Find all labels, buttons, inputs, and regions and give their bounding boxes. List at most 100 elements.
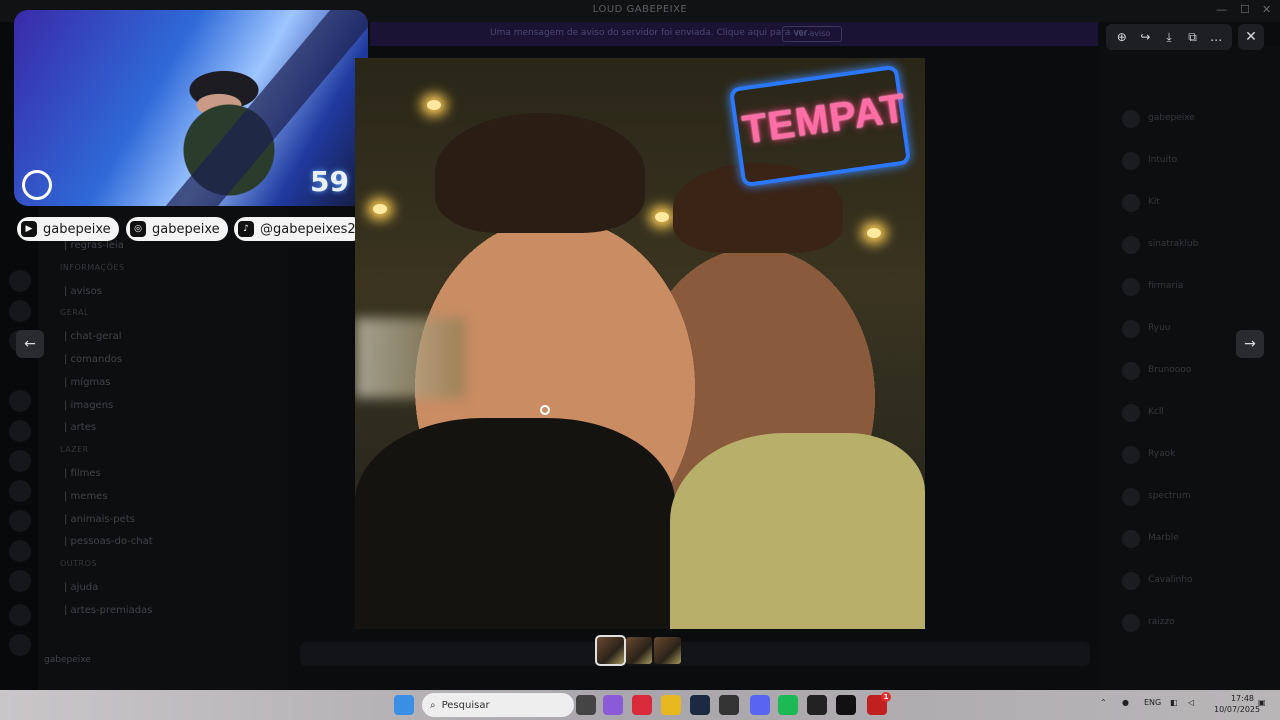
mm-app-icon[interactable]: [836, 695, 856, 715]
thumbnail[interactable]: [654, 637, 682, 664]
spotify-icon[interactable]: [778, 695, 798, 715]
channel-item[interactable]: | filmes: [64, 468, 101, 479]
minimize-button[interactable]: —: [1216, 3, 1227, 16]
member-avatar[interactable]: [1122, 446, 1140, 464]
notifications-icon[interactable]: ▣: [1258, 698, 1266, 707]
member-avatar[interactable]: [1122, 572, 1140, 590]
channel-category[interactable]: GERAL: [60, 308, 89, 317]
server-icon[interactable]: [9, 390, 31, 412]
member-avatar[interactable]: [1122, 110, 1140, 128]
member-avatar[interactable]: [1122, 320, 1140, 338]
social-youtube: ▶ gabepeixe: [17, 217, 119, 241]
member-name[interactable]: Intuito: [1148, 155, 1177, 165]
previous-image-button[interactable]: ←: [16, 330, 44, 358]
download-icon[interactable]: ⤓: [1160, 30, 1178, 45]
thumbnail[interactable]: [595, 635, 626, 666]
forward-icon[interactable]: ↪: [1136, 30, 1154, 44]
copilot-icon[interactable]: [603, 695, 623, 715]
discord-icon[interactable]: [750, 695, 770, 715]
member-name[interactable]: sinatraklub: [1148, 239, 1198, 249]
explore-icon[interactable]: [9, 634, 31, 656]
channel-category[interactable]: LAZER: [60, 445, 89, 454]
microphone-icon[interactable]: ●: [1122, 698, 1129, 707]
server-icon[interactable]: [9, 300, 31, 322]
member-name[interactable]: raizzo: [1148, 617, 1175, 627]
server-icon[interactable]: [9, 480, 31, 502]
channel-item[interactable]: | animais-pets: [64, 514, 135, 525]
member-name[interactable]: Marble: [1148, 533, 1179, 543]
channel-item[interactable]: | chat-geral: [64, 331, 122, 342]
server-icon[interactable]: [9, 420, 31, 442]
channel-item[interactable]: | ajuda: [64, 582, 98, 593]
viewer-image[interactable]: TEMPAT: [355, 58, 925, 629]
taskbar-search[interactable]: ⌕ Pesquisar: [422, 693, 574, 717]
member-name[interactable]: Cavalinho: [1148, 575, 1193, 585]
obs-icon[interactable]: [807, 695, 827, 715]
notification-app-icon[interactable]: 1: [867, 692, 891, 715]
next-image-button[interactable]: →: [1236, 330, 1264, 358]
channel-category[interactable]: OUTROS: [60, 559, 97, 568]
channel-category[interactable]: INFORMAÇÕES: [60, 263, 125, 272]
member-avatar[interactable]: [1122, 236, 1140, 254]
webcam-counter: 59: [310, 165, 349, 198]
member-name[interactable]: Kcll: [1148, 407, 1164, 417]
tiktok-icon: ♪: [238, 221, 254, 237]
channel-item[interactable]: | memes: [64, 491, 108, 502]
server-icon[interactable]: [9, 540, 31, 562]
windows-start-icon[interactable]: [394, 695, 414, 715]
member-name[interactable]: firmaria: [1148, 281, 1183, 291]
server-icon[interactable]: [9, 270, 31, 292]
system-clock[interactable]: 17:48 10/07/2025: [1214, 693, 1260, 715]
member-name[interactable]: gabepeixe: [1148, 113, 1195, 123]
neon-sign: TEMPAT: [728, 64, 912, 188]
member-name[interactable]: Ryuu: [1148, 323, 1171, 333]
open-in-browser-icon[interactable]: ⧉: [1184, 30, 1202, 45]
member-name[interactable]: Ryaok: [1148, 449, 1175, 459]
message-input[interactable]: [300, 642, 1090, 666]
tray-chevron-icon[interactable]: ⌃: [1100, 698, 1107, 707]
zoom-icon[interactable]: ⊕: [1113, 30, 1131, 44]
member-name[interactable]: Kit: [1148, 197, 1160, 207]
steam-icon[interactable]: [690, 695, 710, 715]
channel-item[interactable]: | pessoas-do-chat: [64, 536, 153, 547]
member-avatar[interactable]: [1122, 614, 1140, 632]
server-icon[interactable]: [9, 570, 31, 592]
file-explorer-icon[interactable]: [661, 695, 681, 715]
notice-banner-button[interactable]: Ver aviso: [782, 26, 842, 42]
channel-item[interactable]: | artes: [64, 422, 96, 433]
server-icon[interactable]: [9, 510, 31, 532]
street-lamp: [655, 212, 669, 222]
channel-item[interactable]: | comandos: [64, 354, 122, 365]
notice-banner-text: Uma mensagem de aviso do servidor foi en…: [490, 28, 810, 38]
language-indicator[interactable]: ENG: [1144, 698, 1161, 707]
member-avatar[interactable]: [1122, 194, 1140, 212]
channel-item[interactable]: | mígmas: [64, 377, 111, 388]
app-icon[interactable]: [719, 695, 739, 715]
search-placeholder: Pesquisar: [441, 699, 490, 711]
street-lamp: [427, 100, 441, 110]
window-close-button[interactable]: ✕: [1262, 3, 1271, 16]
channel-item[interactable]: | regras-leia: [64, 240, 124, 251]
channel-item[interactable]: | imagens: [64, 400, 113, 411]
channel-item[interactable]: | avisos: [64, 286, 102, 297]
maximize-button[interactable]: ☐: [1240, 3, 1250, 16]
member-avatar[interactable]: [1122, 152, 1140, 170]
member-avatar[interactable]: [1122, 362, 1140, 380]
member-avatar[interactable]: [1122, 488, 1140, 506]
volume-icon[interactable]: ◁: [1188, 698, 1194, 707]
member-avatar[interactable]: [1122, 530, 1140, 548]
network-icon[interactable]: ◧: [1170, 698, 1178, 707]
thumbnail[interactable]: [625, 637, 653, 664]
server-icon[interactable]: [9, 450, 31, 472]
user-panel-name[interactable]: gabepeixe: [44, 655, 91, 665]
member-name[interactable]: spectrum: [1148, 491, 1191, 501]
add-server-icon[interactable]: [9, 604, 31, 626]
member-avatar[interactable]: [1122, 404, 1140, 422]
task-view-icon[interactable]: [576, 695, 596, 715]
viewer-close-button[interactable]: ✕: [1238, 24, 1264, 50]
member-avatar[interactable]: [1122, 278, 1140, 296]
opera-icon[interactable]: [632, 695, 652, 715]
member-name[interactable]: Brunoooo: [1148, 365, 1191, 375]
channel-item[interactable]: | artes-premiadas: [64, 605, 152, 616]
more-options-icon[interactable]: …: [1207, 30, 1225, 44]
